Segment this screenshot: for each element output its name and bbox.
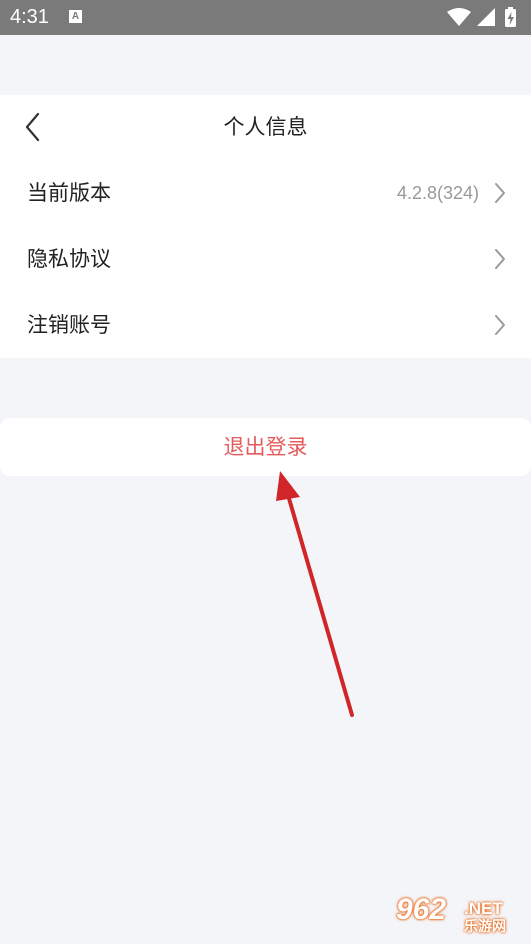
- settings-item-current-version[interactable]: 当前版本 4.2.8(324): [0, 160, 531, 226]
- version-value: 4.2.8(324): [396, 183, 479, 203]
- a-icon: A: [69, 10, 82, 23]
- settings-item-label: 隐私协议: [27, 247, 111, 271]
- status-bar: 4:31 A: [0, 0, 531, 35]
- battery-charging-icon: [505, 7, 516, 27]
- red-arrow-annotation: [276, 471, 354, 717]
- watermark-site: 乐游网: [464, 919, 506, 935]
- wifi-icon: [447, 8, 471, 26]
- page-title: 个人信息: [223, 115, 308, 139]
- signal-icon: [477, 8, 495, 26]
- watermark-domain: .NET: [464, 899, 503, 918]
- settings-item-delete-account[interactable]: 注销账号: [0, 292, 531, 358]
- settings-item-privacy-policy[interactable]: 隐私协议: [0, 226, 531, 292]
- chevron-right-icon: [495, 249, 505, 269]
- chevron-right-icon: [495, 183, 505, 203]
- status-time: 4:31: [10, 6, 49, 28]
- site-watermark: 962 .NET 乐游网: [392, 893, 528, 941]
- page-header: 个人信息: [0, 95, 531, 160]
- settings-item-label: 注销账号: [27, 313, 111, 337]
- settings-list: 当前版本 4.2.8(324) 隐私协议 注销账号: [0, 160, 531, 358]
- watermark-number: 962: [396, 893, 447, 926]
- chevron-right-icon: [495, 315, 505, 335]
- settings-item-label: 当前版本: [27, 181, 111, 205]
- status-icons: [443, 6, 523, 30]
